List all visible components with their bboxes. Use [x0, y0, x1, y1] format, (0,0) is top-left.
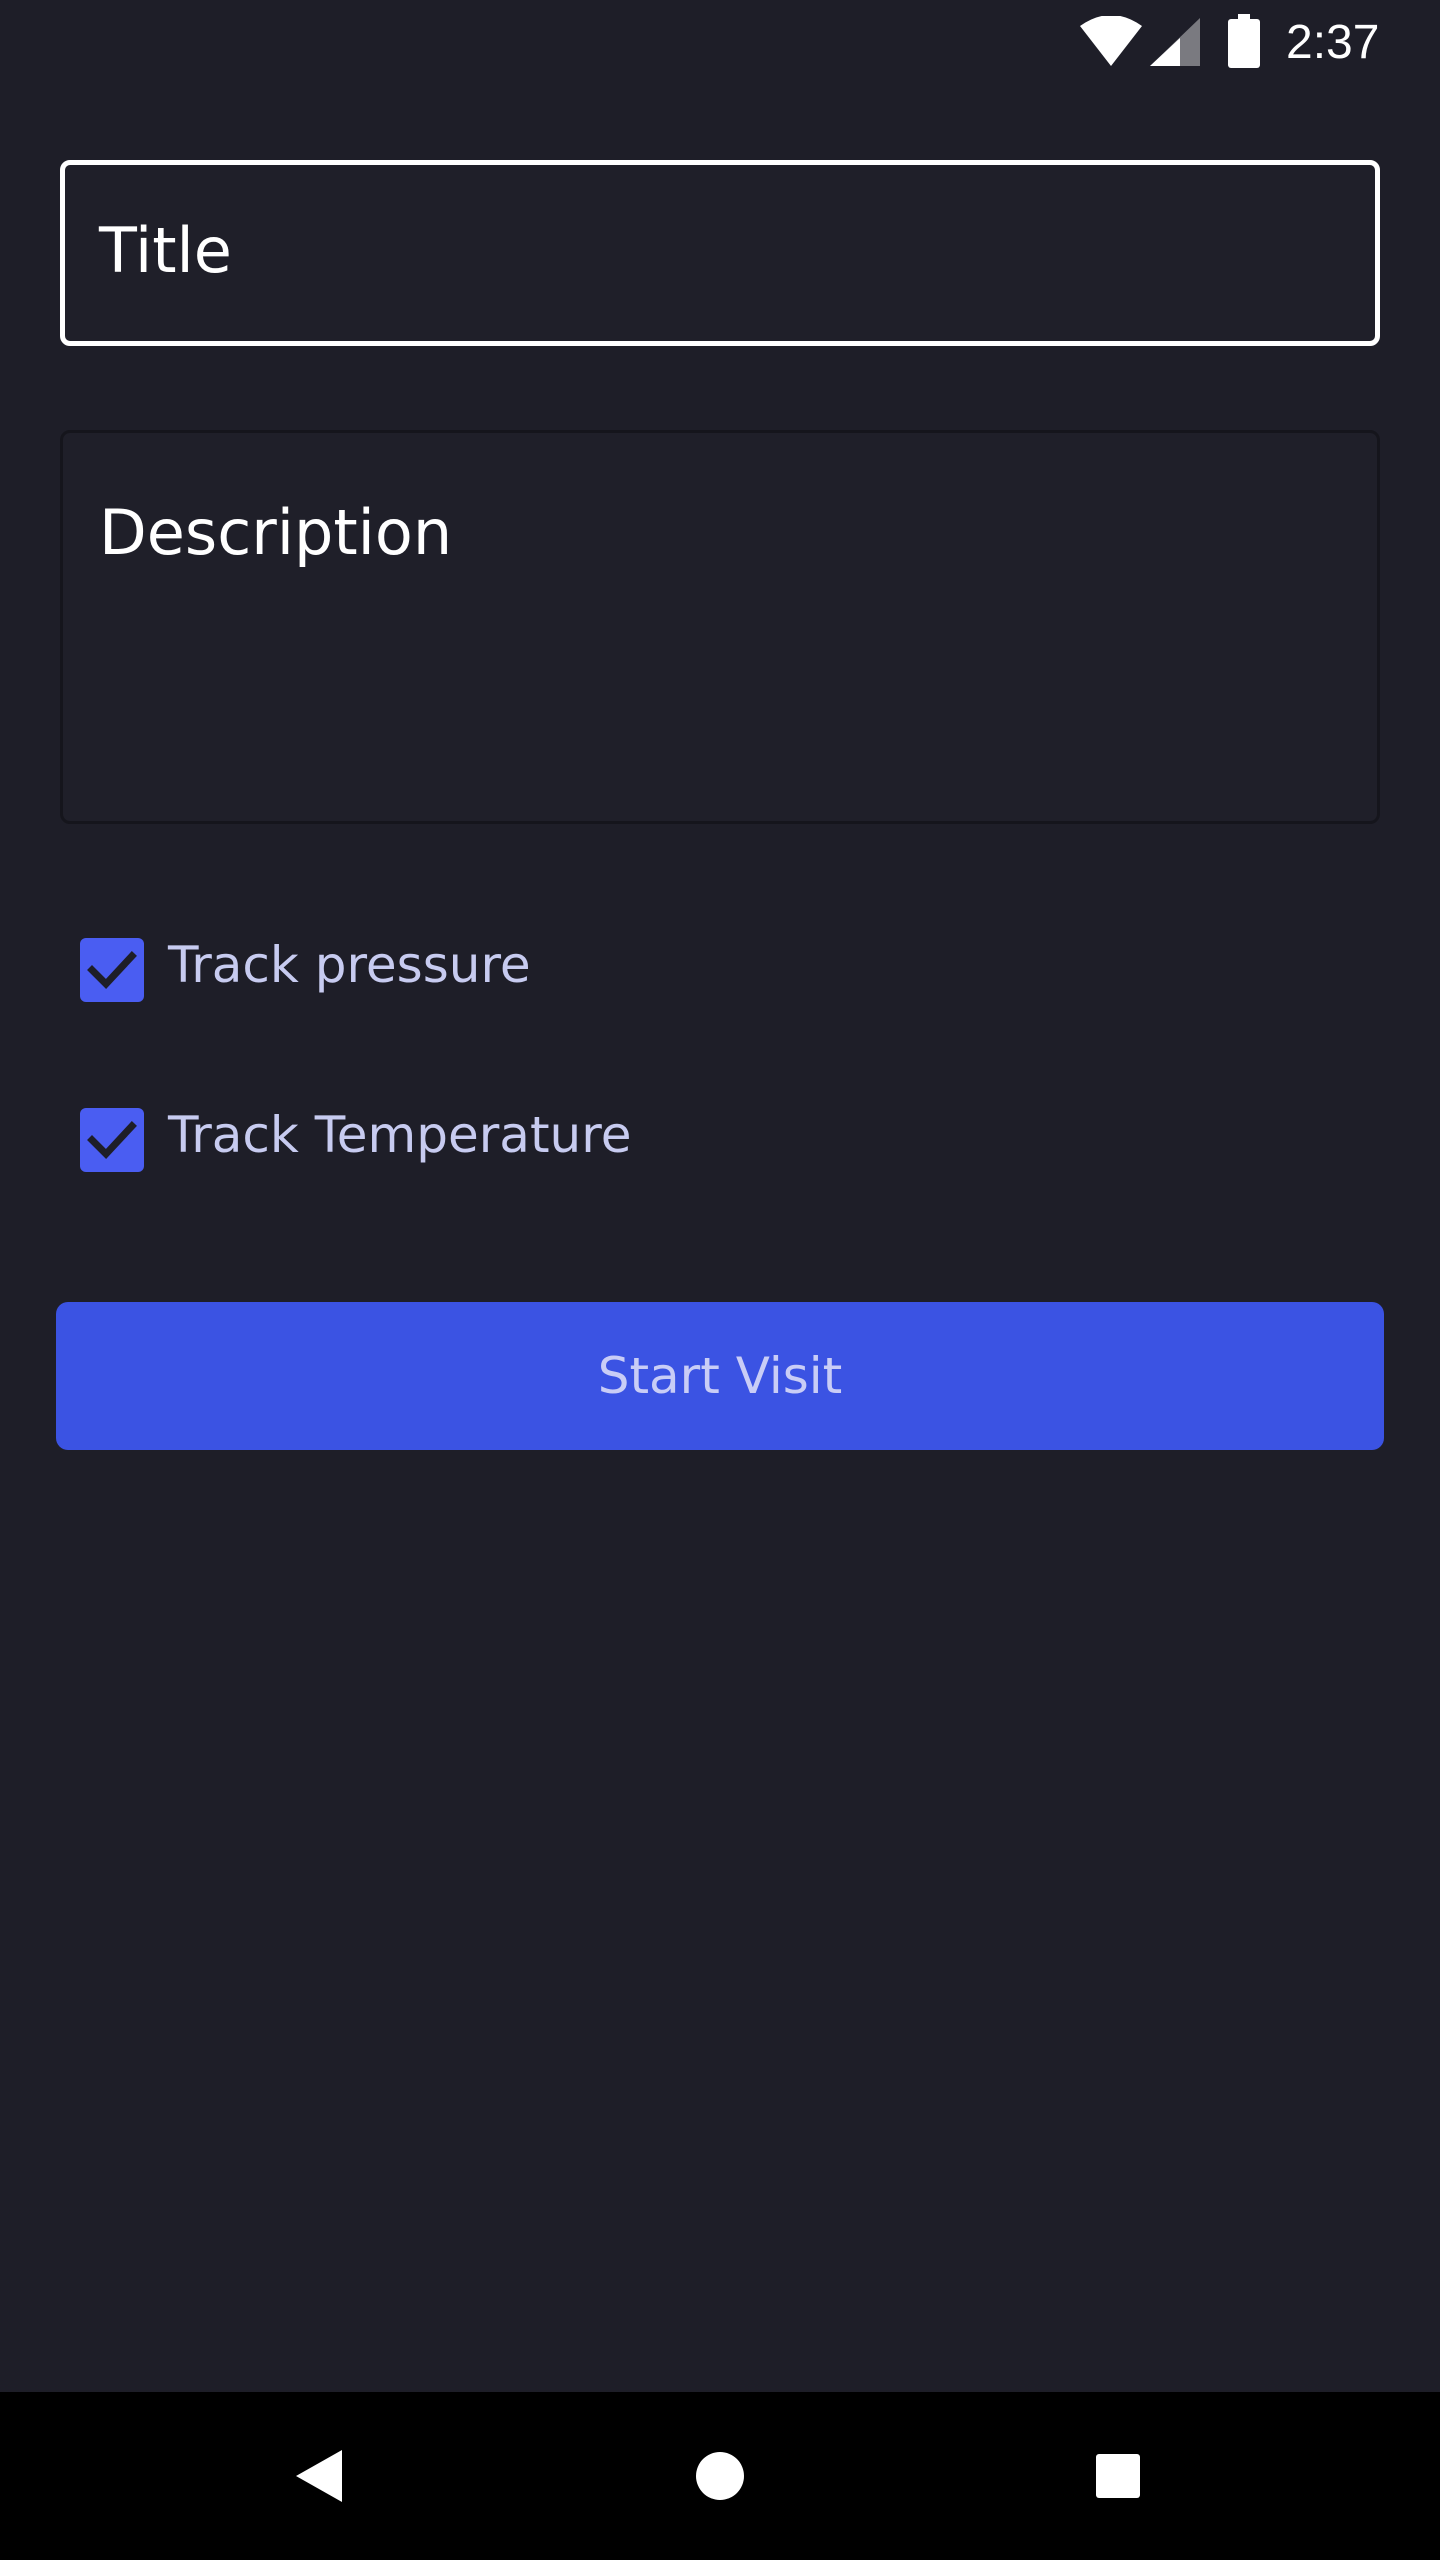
checkmark-icon [87, 951, 137, 990]
wifi-icon [1080, 16, 1142, 66]
track-pressure-label: Track pressure [168, 936, 531, 994]
description-input[interactable]: Description [60, 430, 1380, 824]
start-visit-button[interactable]: Start Visit [56, 1302, 1384, 1450]
track-temperature-label: Track Temperature [168, 1106, 632, 1164]
track-temperature-checkbox[interactable] [80, 1108, 144, 1172]
status-time: 2:37 [1286, 16, 1380, 69]
recents-icon[interactable] [1096, 2454, 1140, 2498]
description-placeholder: Description [99, 496, 453, 569]
start-visit-label: Start Visit [597, 1347, 843, 1405]
title-placeholder: Title [99, 214, 232, 287]
checkmark-icon [87, 1121, 137, 1160]
navigation-bar [0, 2392, 1440, 2560]
back-icon[interactable] [296, 2450, 342, 2502]
status-bar: 2:37 [0, 0, 1440, 84]
track-pressure-checkbox[interactable] [80, 938, 144, 1002]
cell-signal-icon [1150, 18, 1200, 66]
home-icon[interactable] [694, 2450, 746, 2502]
battery-icon [1228, 14, 1260, 68]
title-input[interactable]: Title [60, 160, 1380, 346]
